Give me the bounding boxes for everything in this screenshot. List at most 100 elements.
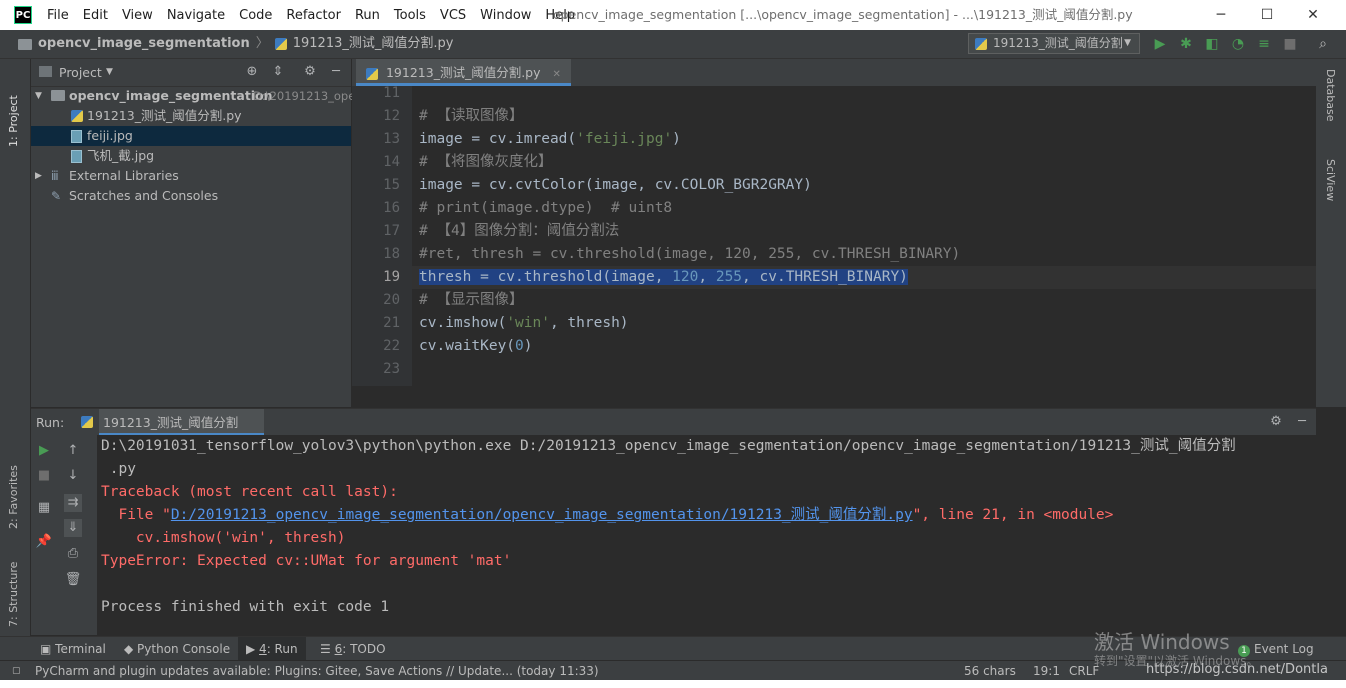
status-caret-position[interactable]: 19:1 [1033,661,1060,681]
line-number[interactable]: 15 [352,174,400,197]
line-number[interactable]: 21 [352,312,400,335]
tab-sciview[interactable]: SciView [1324,159,1337,219]
project-view-title[interactable]: Project [59,59,102,86]
breadcrumb-file[interactable]: 191213_测试_阈值分割.py [293,30,454,58]
close-icon[interactable]: ✕ [206,409,214,436]
tab-terminal[interactable]: ▣ Terminal [40,637,106,661]
code-line[interactable]: image = cv.cvtColor(image, cv.COLOR_BGR2… [419,174,812,197]
tab-python-console[interactable]: ◆ Python Console [124,637,230,661]
coverage-icon[interactable]: ◧ [1203,35,1221,53]
concurrency-icon[interactable]: ≡ [1255,35,1273,53]
arrow-up-icon[interactable]: ↑ [64,442,82,460]
gear-icon[interactable]: ⚙ [301,63,319,81]
debug-icon[interactable]: ✱ [1177,35,1195,53]
line-number[interactable]: 20 [352,289,400,312]
run-console[interactable]: D:\20191031_tensorflow_yolov3\python\pyt… [97,435,1307,635]
line-number[interactable]: 18 [352,243,400,266]
code-editor[interactable]: # 【读取图像】 image = cv.imread('feiji.jpg') # … [412,86,1316,386]
layout-icon[interactable]: ▦ [35,499,53,517]
tab-structure[interactable]: 7: Structure [7,547,20,627]
code-line[interactable]: thresh = cv.threshold(image, 120, 255, c… [419,266,908,289]
line-number[interactable]: 17 [352,220,400,243]
close-icon[interactable]: ✕ [553,69,561,80]
traceback-file-link[interactable]: D:/20191213_opencv_image_segmentation/op… [171,507,913,523]
pin-icon[interactable]: 📌 [35,533,53,551]
console-line: Process finished with exit code 1 [101,596,389,619]
menu-view[interactable]: View [115,8,160,23]
profile-icon[interactable]: ◔ [1229,35,1247,53]
line-number[interactable]: 22 [352,335,400,358]
tab-database[interactable]: Database [1324,69,1337,139]
menu-edit[interactable]: Edit [76,8,115,23]
breadcrumb-project[interactable]: opencv_image_segmentation [38,30,250,58]
tree-item-scratches[interactable]: ✎ Scratches and Consoles [31,186,351,206]
code-line[interactable]: # 【读取图像】 [419,105,523,128]
line-number[interactable]: 14 [352,151,400,174]
menu-navigate[interactable]: Navigate [160,8,232,23]
line-number[interactable]: 16 [352,197,400,220]
console-line: File "D:/20191213_opencv_image_segmentat… [101,504,1113,527]
terminal-icon: ▣ [40,642,56,656]
gear-icon[interactable]: ⚙ [1267,413,1285,431]
code-line[interactable]: image = cv.imread('feiji.jpg') [419,128,681,151]
minimize-button[interactable]: ─ [1198,0,1244,30]
code-line[interactable]: # 【显示图像】 [419,289,523,312]
tree-item-external-libraries[interactable]: ▶ ⅲ External Libraries [31,166,351,186]
stop-icon[interactable]: ■ [1281,35,1299,53]
line-number[interactable]: 12 [352,105,400,128]
line-number[interactable]: 11 [352,82,400,105]
line-number[interactable]: 13 [352,128,400,151]
menu-code[interactable]: Code [232,8,279,23]
menu-file[interactable]: File [40,8,76,23]
run-icon[interactable]: ▶ [1151,35,1169,53]
code-line[interactable]: #ret, thresh = cv.threshold(image, 120, … [419,243,960,266]
locate-icon[interactable]: ⊕ [243,63,261,81]
rerun-icon[interactable]: ▶ [35,442,53,460]
code-line[interactable]: # print(image.dtype) # uint8 [419,197,672,220]
tree-item-project-root[interactable]: ▼ opencv_image_segmentation D:\20191213_… [31,86,355,106]
close-button[interactable]: ✕ [1290,0,1336,30]
tree-item-path: D:\20191213_ope [253,89,356,103]
tab-run[interactable]: ▶ 4: Run [238,637,306,661]
tree-item-python-file[interactable]: 191213_测试_阈值分割.py [31,106,351,126]
code-line[interactable]: # 【将图像灰度化】 [419,151,552,174]
scroll-to-end-icon[interactable]: ⇓ [64,519,82,537]
chevron-down-icon[interactable]: ▼ [106,59,113,86]
hide-icon[interactable]: ─ [1293,413,1311,431]
maximize-button[interactable]: ☐ [1244,0,1290,30]
print-icon[interactable]: ⎙ [64,545,82,563]
code-token: 'feiji.jpg' [576,131,673,147]
console-line: Traceback (most recent call last): [101,481,398,504]
code-line[interactable]: # 【4】图像分割：阈值分割法 [419,220,619,243]
run-configuration-select[interactable]: 191213_测试_阈值分割 ▼ [968,33,1140,54]
tree-item-feiji[interactable]: feiji.jpg [31,126,351,146]
tab-todo[interactable]: ☰ 6: TODO [320,637,386,661]
python-file-icon [71,110,83,122]
status-message[interactable]: PyCharm and plugin updates available: Pl… [35,661,599,681]
soft-wrap-icon[interactable]: ⇉ [64,494,82,512]
code-line[interactable]: cv.imshow('win', thresh) [419,312,629,335]
menu-refactor[interactable]: Refactor [279,8,348,23]
stop-icon[interactable]: ■ [35,467,53,485]
menu-vcs[interactable]: VCS [433,8,473,23]
search-icon[interactable]: ⌕ [1314,35,1332,53]
trash-icon[interactable]: 🗑 [64,571,82,589]
code-line[interactable]: cv.waitKey(0) [419,335,533,358]
console-scrollbar[interactable] [1307,435,1316,635]
tree-item-feiji-jie[interactable]: 飞机_截.jpg [31,146,351,166]
list-icon: ☰ [320,642,335,656]
menu-run[interactable]: Run [348,8,387,23]
status-icon[interactable]: ▢ [12,661,21,681]
run-tab[interactable]: 191213_测试_阈值分割 [99,409,265,436]
line-number[interactable]: 19 [352,266,400,289]
console-text: Traceback (most recent call last): [101,484,398,500]
arrow-down-icon[interactable]: ↓ [64,467,82,485]
tab-favorites[interactable]: 2: Favorites [7,449,20,529]
line-number[interactable]: 23 [352,358,400,381]
hide-icon[interactable]: ─ [327,63,345,81]
menu-window[interactable]: Window [473,8,538,23]
collapse-all-icon[interactable]: ⇕ [269,63,287,81]
editor-right-stripe: Database SciView [1316,59,1346,407]
menu-tools[interactable]: Tools [387,8,433,23]
tab-project[interactable]: 1: Project [7,67,20,147]
